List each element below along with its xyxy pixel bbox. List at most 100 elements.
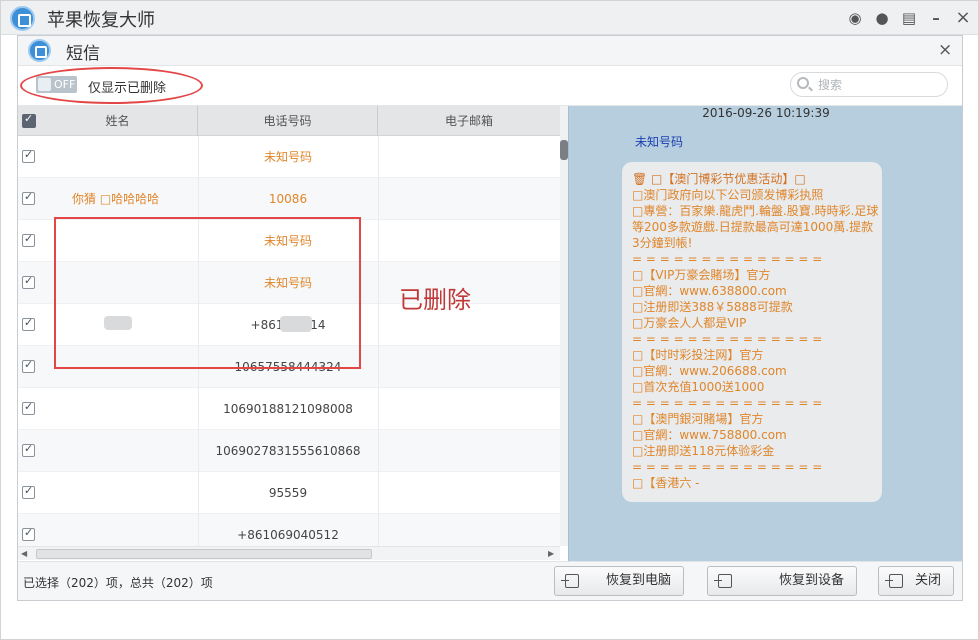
row-checkbox[interactable] <box>22 148 35 163</box>
row-name <box>38 136 198 178</box>
dialog-close-icon[interactable]: × <box>938 40 952 60</box>
row-name: 你猜 □哈哈哈哈 <box>72 192 160 206</box>
row-email <box>378 430 560 472</box>
message-timestamp: 2016-09-26 10:19:39 <box>702 106 830 120</box>
recover-to-pc-label: 恢复到电脑 <box>605 573 671 588</box>
device-icon <box>714 574 732 588</box>
row-name <box>38 430 198 472</box>
row-name <box>38 388 198 430</box>
exit-icon <box>885 574 903 588</box>
select-all-checkbox[interactable] <box>22 112 36 128</box>
row-checkbox[interactable] <box>22 358 35 373</box>
minimize-icon[interactable]: – <box>926 8 946 28</box>
row-phone: 1069027831555610868 <box>215 444 361 458</box>
title-bar: 苹果恢复大师 ◉ ● ▤ – × <box>1 1 978 35</box>
row-checkbox[interactable] <box>22 442 35 457</box>
search-box[interactable] <box>790 72 948 97</box>
dialog-footer: 已选择（202）项，总共（202）项 恢复到电脑 恢复到设备 关闭 <box>18 561 962 600</box>
close-button[interactable]: 关闭 <box>878 566 954 596</box>
dialog-title: 短信 <box>66 44 100 64</box>
message-bubble: 🗑 □【澳门博彩节优惠活动】□ □澳门政府向以下公司颁发博彩执照 □專營：百家樂… <box>622 162 882 502</box>
app-window: 苹果恢复大师 ◉ ● ▤ – × 短信 × OFF 仅显示已删除 搜索 姓名 电… <box>0 0 979 640</box>
message-line: = = = = = = = = = = = = = = <box>632 396 823 410</box>
row-email <box>378 346 560 388</box>
list-row[interactable]: 1069027831555610868 <box>18 430 560 472</box>
deleted-annotation-label: 已删除 <box>399 286 471 314</box>
row-phone: 未知号码 <box>263 150 312 164</box>
vertical-scrollbar[interactable] <box>560 106 568 546</box>
message-line: □官網：www.206688.com <box>632 364 787 378</box>
row-phone: 95559 <box>268 486 308 500</box>
row-checkbox[interactable] <box>22 526 35 541</box>
row-checkbox[interactable] <box>22 190 35 205</box>
message-line: □【澳門銀河賭場】官方 <box>632 412 764 426</box>
filter-toolbar: OFF 仅显示已删除 <box>18 66 962 106</box>
message-list-panel: 姓名 电话号码 电子邮箱 未知号码 你猜 □哈哈哈哈 <box>18 106 568 561</box>
scroll-right-arrow-icon[interactable]: ▶ <box>548 547 554 561</box>
message-line: 🗑 □【澳门博彩节优惠活动】□ <box>632 172 806 186</box>
message-line: □【香港六 - <box>632 476 700 490</box>
row-checkbox[interactable] <box>22 274 35 289</box>
message-line: □【时时彩投注网】官方 <box>632 348 764 362</box>
computer-icon <box>561 574 579 588</box>
row-email <box>378 136 560 178</box>
column-header-email[interactable]: 电子邮箱 <box>378 106 560 136</box>
row-checkbox[interactable] <box>22 484 35 499</box>
recover-to-device-button[interactable]: 恢复到设备 <box>707 566 857 596</box>
message-line: 等200多款遊戲.日提款最高可達1000萬.提款 <box>632 220 874 234</box>
message-line: □万豪会人人都是VIP <box>632 316 747 330</box>
sms-dialog: 短信 × OFF 仅显示已删除 姓名 电话号码 电子邮箱 <box>17 35 963 601</box>
recover-to-device-label: 恢复到设备 <box>778 573 844 588</box>
row-email <box>378 388 560 430</box>
row-email <box>378 472 560 514</box>
weibo-icon[interactable]: ◉ <box>845 8 865 28</box>
row-email <box>378 220 560 262</box>
dialog-header: 短信 × <box>18 36 962 66</box>
row-email <box>378 178 560 220</box>
app-logo-icon <box>10 6 35 31</box>
row-checkbox[interactable] <box>22 316 35 331</box>
message-line: □注册即送388￥5888可提款 <box>632 300 793 314</box>
row-phone: 10086 <box>268 192 308 206</box>
message-line: □注册即送118元体验彩金 <box>632 444 775 458</box>
annotation-rectangle <box>54 217 361 369</box>
message-line: □官網：www.638800.com <box>632 284 787 298</box>
row-checkbox[interactable] <box>22 232 35 247</box>
column-header-name[interactable]: 姓名 <box>18 106 198 136</box>
message-line: □澳门政府向以下公司颁发博彩执照 <box>632 188 824 202</box>
list-icon[interactable]: ▤ <box>899 8 919 28</box>
selection-status: 已选择（202）项，总共（202）项 <box>23 576 213 590</box>
message-line: □專營：百家樂.龍虎鬥.輪盤.股寶.時時彩.足球 <box>632 204 879 218</box>
message-line: □官網：www.758800.com <box>632 428 787 442</box>
row-phone: 10690188121098008 <box>223 402 353 416</box>
app-title: 苹果恢复大师 <box>47 10 155 31</box>
horizontal-scroll-thumb[interactable] <box>36 549 372 559</box>
row-name <box>38 472 198 514</box>
annotation-ellipse <box>20 67 203 104</box>
message-line: = = = = = = = = = = = = = = <box>632 460 823 474</box>
message-detail-panel: 2016-09-26 10:19:39 未知号码 🗑 □【澳门博彩节优惠活动】□… <box>568 106 962 561</box>
message-line: 3分鐘到帳! <box>632 236 693 250</box>
message-line: □【VIP万豪会賭场】官方 <box>632 268 771 282</box>
list-row[interactable]: 95559 <box>18 472 560 514</box>
horizontal-scrollbar[interactable]: ◀ ▶ <box>18 546 560 560</box>
search-icon <box>797 77 809 89</box>
message-line: □首次充值1000送1000 <box>632 380 765 394</box>
row-checkbox[interactable] <box>22 400 35 415</box>
close-icon[interactable]: × <box>953 8 973 28</box>
recover-to-pc-button[interactable]: 恢复到电脑 <box>554 566 684 596</box>
scroll-left-arrow-icon[interactable]: ◀ <box>21 547 27 561</box>
list-row[interactable]: 未知号码 <box>18 136 560 178</box>
list-header: 姓名 电话号码 电子邮箱 <box>18 106 560 136</box>
message-line: = = = = = = = = = = = = = = <box>632 252 823 266</box>
close-button-label: 关闭 <box>914 573 941 588</box>
list-row[interactable]: 10690188121098008 <box>18 388 560 430</box>
vertical-scroll-thumb[interactable] <box>560 140 568 160</box>
chat-icon[interactable]: ● <box>872 8 892 28</box>
message-line: = = = = = = = = = = = = = = <box>632 332 823 346</box>
dialog-logo-icon <box>28 39 51 62</box>
column-header-phone[interactable]: 电话号码 <box>198 106 378 136</box>
search-input[interactable] <box>818 76 938 93</box>
list-row[interactable]: 你猜 □哈哈哈哈 10086 <box>18 178 560 220</box>
message-sender: 未知号码 <box>635 135 684 149</box>
